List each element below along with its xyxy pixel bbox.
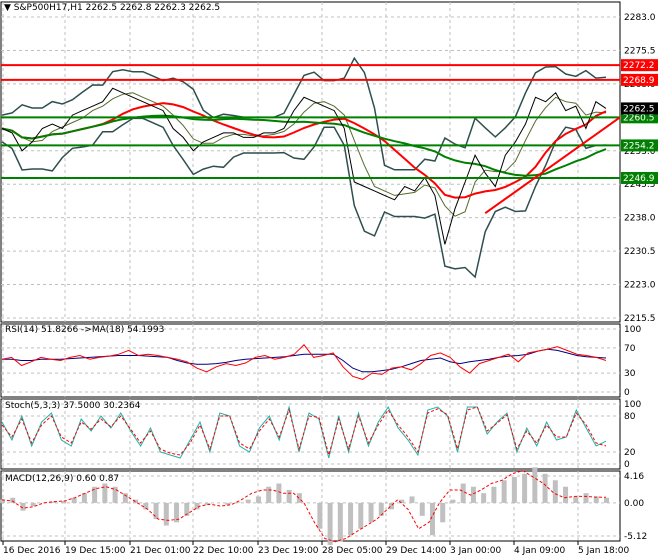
- stoch-tick-label: 80: [624, 412, 636, 422]
- price-tick-label: 2215.5: [624, 314, 656, 324]
- macd-bar: [604, 497, 609, 503]
- rsi-tick-label: 30: [624, 369, 636, 379]
- rsi-tick-label: 70: [624, 344, 636, 354]
- chart-title: S&P500H17,H1: [13, 3, 83, 13]
- macd-bar: [358, 502, 364, 529]
- macd-tick-label: -5.12: [624, 532, 647, 542]
- macd-bar: [122, 493, 128, 503]
- macd-bar: [153, 502, 159, 520]
- macd-bar: [266, 486, 272, 503]
- x-tick-label: 5 Jan 18:00: [578, 546, 630, 556]
- macd-bar: [481, 493, 487, 503]
- stoch-tick-label: 0: [624, 460, 630, 470]
- macd-bar: [450, 499, 456, 503]
- current-price-label: 2262.5: [623, 104, 655, 114]
- level-label: 2268.9: [623, 76, 655, 86]
- x-tick-label: 16 Dec 2016: [3, 546, 61, 556]
- macd-bar: [522, 473, 528, 503]
- macd-bar: [276, 483, 282, 503]
- macd-bar: [348, 502, 354, 536]
- ma-short: [1, 92, 607, 217]
- macd-bar: [470, 486, 476, 503]
- macd-bar: [286, 489, 292, 503]
- macd-bar: [337, 502, 343, 542]
- macd-bar: [511, 477, 517, 503]
- x-tick-label: 3 Jan 00:00: [450, 546, 502, 556]
- macd-bar: [255, 496, 261, 503]
- price-tick-label: 2238.0: [624, 214, 656, 224]
- macd-bar: [163, 502, 169, 526]
- x-tick-label: 19 Dec 15:00: [65, 546, 126, 556]
- x-tick-label: 29 Dec 14:00: [386, 546, 447, 556]
- bollinger-upper: [1, 56, 607, 171]
- dropdown-triangle-icon[interactable]: ▼: [4, 3, 11, 13]
- macd-bar: [532, 467, 538, 503]
- rsi-line: [1, 344, 607, 380]
- rsi-tick-label: 100: [624, 325, 641, 335]
- macd-label: MACD(12,26,9) 0.60 0.87: [5, 474, 120, 484]
- macd-bar: [317, 502, 323, 529]
- macd-bar: [235, 502, 241, 503]
- macd-tick-label: 0.00: [624, 499, 644, 509]
- macd-bar: [583, 493, 589, 503]
- x-tick-label: 22 Dec 10:00: [193, 546, 254, 556]
- macd-bar: [573, 496, 579, 503]
- macd-bar: [409, 496, 415, 503]
- price-tick-label: 2275.5: [624, 46, 656, 56]
- rsi-tick-label: 0: [624, 388, 630, 398]
- level-label: 2246.9: [623, 174, 655, 184]
- stoch-tick-label: 100: [624, 400, 641, 410]
- macd-bar: [501, 480, 507, 503]
- rsi-label: RSI(14) 51.8266 ->MA(18) 54.1993: [5, 325, 165, 335]
- macd-bar: [368, 502, 374, 523]
- stoch-tick-label: 20: [624, 448, 636, 458]
- price-tick-label: 2223.0: [624, 281, 656, 291]
- ohlc-values: 2262.5 2262.8 2262.3 2262.5: [85, 3, 221, 13]
- stoch-label: Stoch(5,3,3) 37.5000 30.2364: [5, 401, 141, 411]
- macd-bar: [542, 473, 548, 503]
- x-tick-label: 28 Dec 05:00: [322, 546, 383, 556]
- rsi-ma-line: [2, 348, 607, 373]
- chart-window: 16 Dec 2016 19 Dec 15:00 21 Dec 01:00 22 De…: [0, 0, 660, 560]
- price-tick-label: 2230.5: [624, 247, 656, 257]
- macd-tick-label: 4.16: [624, 472, 644, 482]
- macd-bar: [491, 486, 497, 503]
- macd-bar: [552, 480, 558, 503]
- macd-bar: [71, 497, 77, 503]
- level-label: 2260.5: [623, 113, 655, 123]
- level-label: 2272.2: [623, 61, 655, 71]
- macd-bar: [81, 493, 87, 503]
- macd-bar: [92, 486, 98, 503]
- macd-bar: [296, 493, 302, 503]
- x-tick-label: 4 Jan 09:00: [514, 546, 566, 556]
- price-tick-label: 2283.0: [624, 13, 656, 23]
- x-tick-label: 21 Dec 01:00: [130, 546, 191, 556]
- macd-bar: [460, 483, 466, 503]
- x-tick-label: 23 Dec 19:00: [258, 546, 319, 556]
- chart-header: ▼ S&P500H17,H1 2262.5 2262.8 2262.3 2262…: [4, 3, 220, 13]
- macd-bar: [563, 486, 569, 503]
- macd-bar: [440, 502, 446, 523]
- level-label: 2254.2: [623, 141, 655, 151]
- macd-bar: [419, 502, 425, 516]
- macd-bar: [327, 502, 333, 545]
- trendline: [484, 116, 621, 215]
- macd-bar: [245, 499, 251, 503]
